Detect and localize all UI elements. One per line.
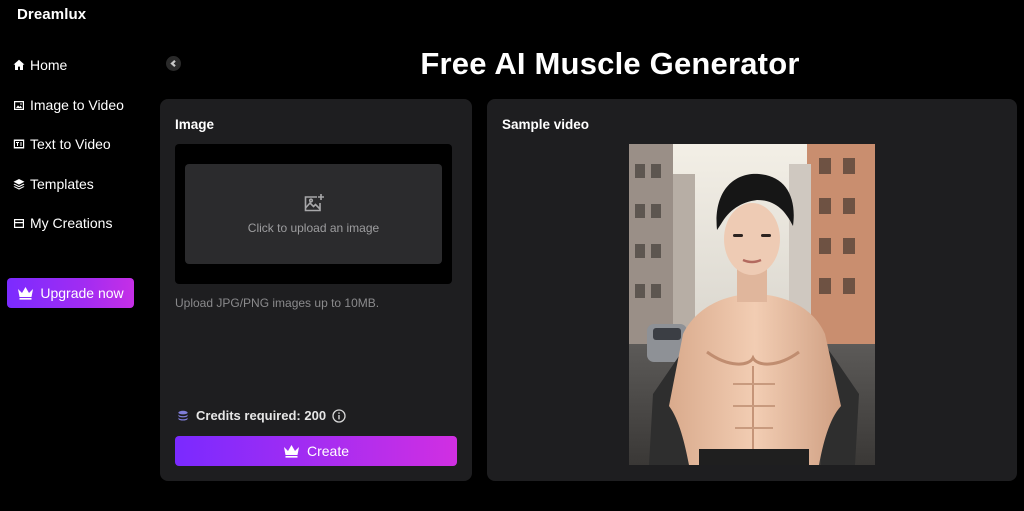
sidebar-item-label: Templates — [30, 175, 94, 192]
upgrade-button[interactable]: Upgrade now — [7, 278, 134, 308]
sidebar-item-label: Image to Video — [30, 96, 124, 113]
sample-video[interactable] — [629, 144, 875, 465]
upload-hint: Upload JPG/PNG images up to 10MB. — [175, 296, 380, 310]
create-label: Create — [306, 443, 350, 459]
image-video-icon — [12, 98, 25, 111]
info-icon[interactable] — [332, 408, 346, 423]
sidebar-item-label: Text to Video — [30, 136, 111, 152]
credits-label: Credits required: 200 — [196, 408, 327, 423]
input-panel: Image Click to upload an image Upload JP… — [160, 99, 472, 481]
crown-icon — [283, 445, 299, 458]
home-icon — [12, 59, 25, 72]
coins-icon — [178, 410, 188, 420]
add-image-icon — [304, 194, 324, 212]
sidebar-item-image-to-video[interactable]: Image to Video — [12, 92, 152, 118]
sidebar-item-text-to-video[interactable]: Text to Video — [12, 131, 152, 157]
page-title: Free AI Muscle Generator — [420, 46, 800, 81]
collapse-sidebar-button[interactable] — [166, 56, 181, 71]
create-button[interactable]: Create — [175, 436, 457, 466]
chevron-left-icon — [170, 60, 176, 67]
sidebar-item-label: My Creations — [30, 215, 113, 231]
image-section-label: Image — [175, 117, 215, 132]
sidebar-nav: Home Image to Video Text to Video Templa… — [12, 52, 152, 250]
sidebar-item-templates[interactable]: Templates — [12, 171, 152, 197]
sidebar-item-label: Home — [30, 57, 68, 73]
text-video-icon — [12, 138, 25, 151]
brand-logo[interactable]: Dreamlux — [17, 6, 86, 23]
upgrade-label: Upgrade now — [40, 285, 124, 301]
credits-info: Credits required: 200 — [177, 408, 346, 423]
sample-panel: Sample video — [487, 99, 1017, 481]
sample-video-frame — [629, 144, 875, 465]
upload-image-button[interactable]: Click to upload an image — [185, 164, 442, 264]
sample-video-label: Sample video — [502, 117, 590, 132]
sidebar-item-home[interactable]: Home — [12, 52, 152, 78]
upload-text: Click to upload an image — [247, 221, 380, 235]
upload-area: Click to upload an image — [175, 144, 452, 284]
folder-icon — [12, 217, 25, 230]
layers-icon — [12, 177, 25, 190]
crown-icon — [18, 287, 34, 300]
sidebar-item-my-creations[interactable]: My Creations — [12, 210, 152, 236]
